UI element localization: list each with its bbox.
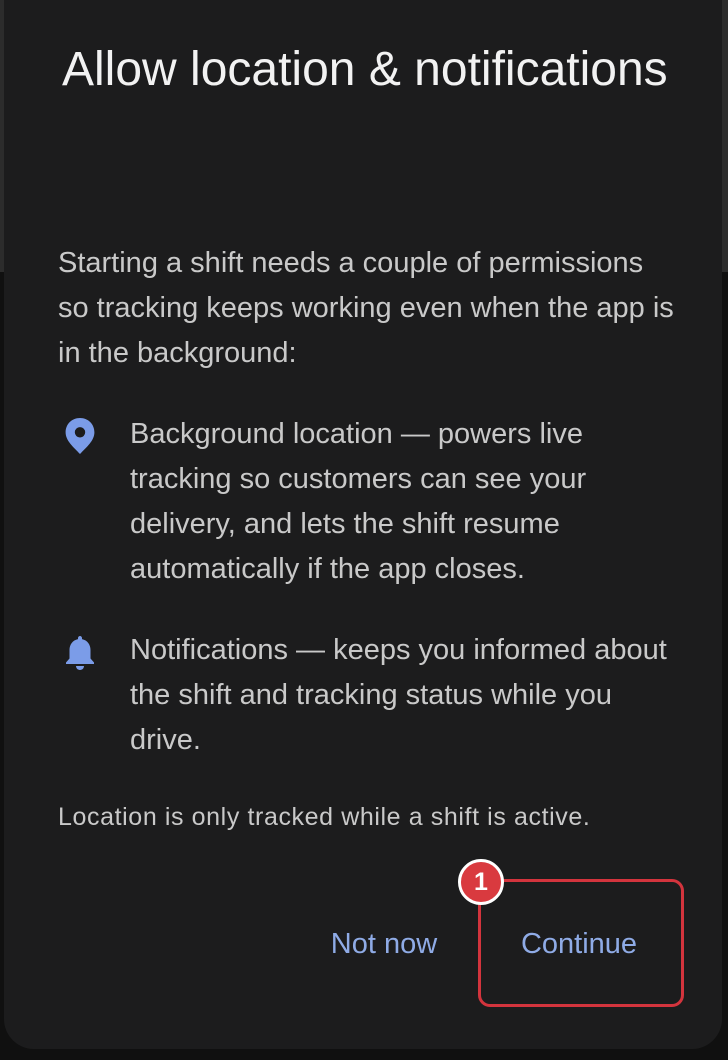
dialog-intro: Starting a shift needs a couple of permi… xyxy=(58,247,674,369)
tracking-note: Location is only tracked while a shift i… xyxy=(58,803,591,831)
permission-background-location: Background location — powers live tracki… xyxy=(130,418,587,585)
bell-icon xyxy=(62,632,98,672)
not-now-button[interactable]: Not now xyxy=(318,918,450,970)
permission-notifications: Notifications — keeps you informed about… xyxy=(130,634,667,756)
continue-highlight xyxy=(478,879,684,1007)
step-number-badge: 1 xyxy=(458,859,504,905)
dialog-title: Allow location & notifications xyxy=(62,43,668,96)
location-pin-icon xyxy=(62,416,98,456)
